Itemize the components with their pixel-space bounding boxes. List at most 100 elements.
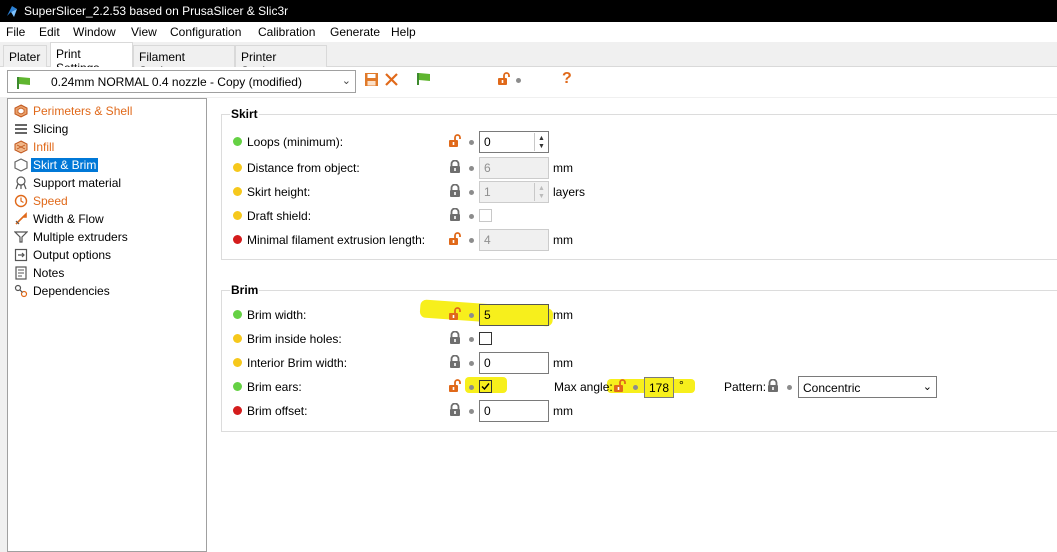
- system-value-dot-icon[interactable]: [516, 78, 521, 83]
- spin-up-icon[interactable]: ▲: [538, 135, 545, 142]
- reset-dot-icon[interactable]: [469, 385, 474, 390]
- sidebar-item-label: Dependencies: [33, 284, 110, 298]
- lock-closed-icon[interactable]: [448, 355, 462, 369]
- loops-spin-input[interactable]: 0 ▲ ▼: [479, 131, 549, 153]
- lock-closed-icon[interactable]: [448, 403, 462, 417]
- lock-open-icon[interactable]: [448, 134, 462, 148]
- min-extrusion-row: Minimal filament extrusion length: 4 mm: [207, 229, 1047, 251]
- reset-dot-icon[interactable]: [469, 337, 474, 342]
- reset-dot-icon[interactable]: [469, 190, 474, 195]
- brim-width-input[interactable]: 5: [479, 304, 549, 326]
- reset-dot-icon[interactable]: [633, 385, 638, 390]
- distance-unit: mm: [553, 161, 573, 175]
- draft-shield-row: Draft shield:: [207, 205, 1047, 227]
- help-icon[interactable]: ?: [562, 70, 572, 88]
- tab-plater[interactable]: Plater: [3, 45, 47, 67]
- settings-sidebar: Perimeters & Shell Slicing Infill Skirt …: [7, 98, 207, 552]
- menu-file[interactable]: File: [6, 25, 25, 39]
- sidebar-item-speed[interactable]: Speed: [13, 193, 203, 210]
- reset-dot-icon[interactable]: [469, 409, 474, 414]
- sidebar-item-label: Output options: [33, 248, 112, 262]
- pattern-dropdown[interactable]: Concentric ⌄: [798, 376, 937, 398]
- max-angle-input[interactable]: 178: [644, 377, 674, 398]
- preset-name: 0.24mm NORMAL 0.4 nozzle - Copy (modifie…: [51, 75, 302, 89]
- sidebar-item-infill[interactable]: Infill: [13, 139, 203, 156]
- skirt-height-spin-buttons[interactable]: ▲ ▼: [534, 183, 547, 201]
- brim-ears-checkbox[interactable]: [479, 380, 492, 393]
- sidebar-item-skirt-brim[interactable]: Skirt & Brim: [13, 157, 203, 174]
- sidebar-item-multiple-extruders[interactable]: Multiple extruders: [13, 229, 203, 246]
- lock-closed-icon[interactable]: [448, 208, 462, 222]
- tab-printer-settings[interactable]: Printer Settings: [235, 45, 327, 78]
- width-icon: [15, 212, 27, 225]
- skirt-height-label: Skirt height:: [247, 185, 311, 199]
- spin-up-icon[interactable]: ▲: [538, 185, 545, 192]
- lock-open-icon[interactable]: [448, 232, 462, 246]
- tab-print-settings[interactable]: Print Settings: [50, 42, 133, 75]
- tab-filament-settings[interactable]: Filament Settings: [133, 45, 235, 78]
- lock-closed-icon[interactable]: [448, 331, 462, 345]
- pattern-label: Pattern:: [724, 380, 767, 394]
- chevron-down-icon: ⌄: [922, 381, 932, 393]
- sidebar-item-width-flow[interactable]: Width & Flow: [13, 211, 203, 228]
- reset-dot-icon[interactable]: [787, 385, 792, 390]
- menu-help[interactable]: Help: [391, 25, 416, 39]
- brim-width-unit: mm: [553, 308, 573, 322]
- interior-brim-width-input[interactable]: 0: [479, 352, 549, 374]
- menu-view[interactable]: View: [131, 25, 157, 39]
- skirt-group-title: Skirt: [230, 107, 259, 121]
- reset-dot-icon[interactable]: [469, 166, 474, 171]
- preset-dropdown[interactable]: 0.24mm NORMAL 0.4 nozzle - Copy (modifie…: [7, 70, 356, 93]
- notes-icon: [15, 266, 27, 280]
- dependencies-icon: [14, 284, 28, 298]
- reset-dot-icon[interactable]: [469, 238, 474, 243]
- menu-generate[interactable]: Generate: [330, 25, 380, 39]
- distance-row: Distance from object: 6 mm: [207, 157, 1047, 179]
- mode-simple-dot-icon: [233, 382, 242, 391]
- lock-open-icon[interactable]: [497, 72, 511, 86]
- distance-input[interactable]: 6: [479, 157, 549, 179]
- sidebar-item-support-material[interactable]: Support material: [13, 175, 203, 192]
- menu-calibration[interactable]: Calibration: [258, 25, 315, 39]
- loops-spin-buttons[interactable]: ▲ ▼: [534, 133, 547, 151]
- lock-closed-icon[interactable]: [448, 160, 462, 174]
- reset-dot-icon[interactable]: [469, 361, 474, 366]
- superslicer-logo-icon: [7, 6, 17, 17]
- max-angle-label: Max angle:: [554, 380, 613, 394]
- brim-inside-holes-checkbox[interactable]: [479, 332, 492, 345]
- compare-flag-icon[interactable]: [416, 72, 432, 86]
- save-icon[interactable]: [364, 72, 379, 87]
- brim-offset-label: Brim offset:: [247, 404, 308, 418]
- layers-icon: [15, 124, 27, 134]
- pattern-value: Concentric: [803, 381, 861, 395]
- draft-shield-checkbox[interactable]: [479, 209, 492, 222]
- delete-icon[interactable]: [384, 72, 399, 87]
- lock-open-icon[interactable]: [613, 379, 627, 393]
- sidebar-item-perimeters-shell[interactable]: Perimeters & Shell: [13, 103, 203, 120]
- menu-configuration[interactable]: Configuration: [170, 25, 241, 39]
- sidebar-item-output-options[interactable]: Output options: [13, 247, 203, 264]
- sidebar-item-dependencies[interactable]: Dependencies: [13, 283, 203, 300]
- reset-dot-icon[interactable]: [469, 313, 474, 318]
- menu-window[interactable]: Window: [73, 25, 116, 39]
- lock-open-icon[interactable]: [448, 307, 462, 321]
- distance-label: Distance from object:: [247, 161, 360, 175]
- skirt-height-spin-input[interactable]: 1 ▲ ▼: [479, 181, 549, 203]
- spin-down-icon[interactable]: ▼: [538, 193, 545, 200]
- interior-brim-width-unit: mm: [553, 356, 573, 370]
- brim-offset-input[interactable]: 0: [479, 400, 549, 422]
- reset-dot-icon[interactable]: [469, 214, 474, 219]
- lock-closed-icon[interactable]: [448, 184, 462, 198]
- brim-ears-row: Brim ears: Max angle: 178 ° Pattern: Con…: [207, 376, 1047, 398]
- lock-open-icon[interactable]: [448, 379, 462, 393]
- reset-dot-icon[interactable]: [469, 140, 474, 145]
- sidebar-item-notes[interactable]: Notes: [13, 265, 203, 282]
- mode-simple-dot-icon: [233, 137, 242, 146]
- menu-edit[interactable]: Edit: [39, 25, 60, 39]
- spin-down-icon[interactable]: ▼: [538, 143, 545, 150]
- min-extrusion-input[interactable]: 4: [479, 229, 549, 251]
- brim-group-title: Brim: [230, 283, 260, 297]
- sidebar-item-label: Multiple extruders: [33, 230, 128, 244]
- lock-closed-icon[interactable]: [766, 379, 780, 393]
- sidebar-item-slicing[interactable]: Slicing: [13, 121, 203, 138]
